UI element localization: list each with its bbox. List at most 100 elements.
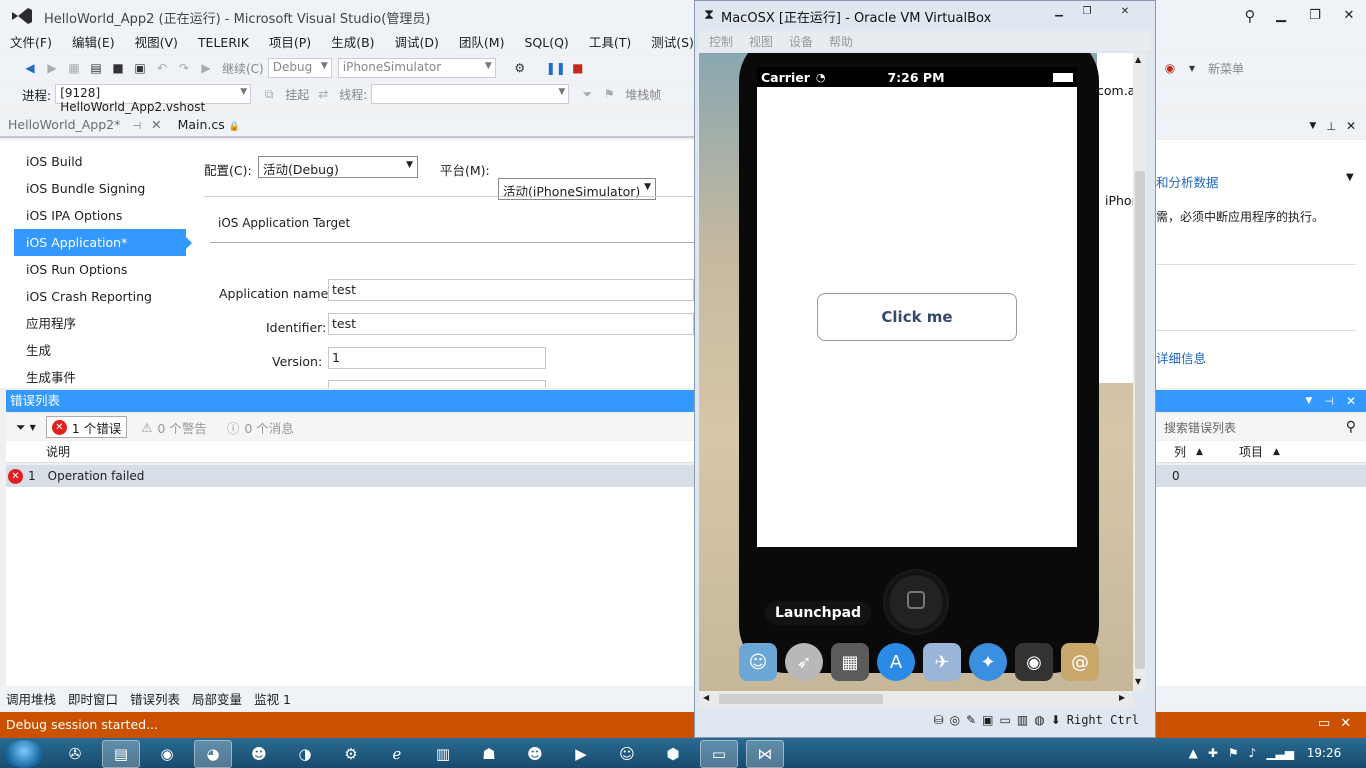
- usb-icon[interactable]: ✎: [966, 713, 976, 727]
- thread-combo[interactable]: ▼: [371, 84, 570, 104]
- minimize-button[interactable]: ▁: [1047, 3, 1071, 19]
- scrollbar-thumb[interactable]: [1135, 171, 1145, 669]
- nav-ios-run-options[interactable]: iOS Run Options: [14, 256, 186, 283]
- tab-locals[interactable]: 局部变量: [192, 689, 242, 708]
- browser-icon[interactable]: ◕: [194, 740, 232, 768]
- display-icon[interactable]: ▥: [1017, 713, 1028, 727]
- process-combo[interactable]: [9128] HelloWorld_App2.vshost ▼: [55, 84, 252, 114]
- explorer-icon[interactable]: ▤: [102, 740, 140, 768]
- menu-debug[interactable]: 调试(D): [385, 32, 449, 54]
- app-icon[interactable]: ☗: [470, 740, 508, 768]
- monitor-icon[interactable]: ▭: [700, 740, 738, 768]
- nav-ios-application[interactable]: iOS Application*: [14, 229, 192, 256]
- horizontal-scrollbar[interactable]: ◀ ▶: [699, 691, 1133, 707]
- close-button[interactable]: ✕: [1111, 3, 1139, 19]
- solution-platform-combo[interactable]: iPhoneSimulator ▼: [337, 58, 496, 78]
- solution-config-combo[interactable]: Debug ▼: [267, 58, 332, 78]
- vbox-menu-view[interactable]: 视图: [749, 33, 773, 50]
- contacts-icon[interactable]: @: [1061, 643, 1099, 681]
- attach-icon[interactable]: ⚙: [510, 58, 530, 78]
- scroll-down-icon[interactable]: ▼: [1135, 677, 1141, 686]
- app-store-icon[interactable]: A: [877, 643, 915, 681]
- app-icon[interactable]: ☺: [608, 740, 646, 768]
- error-row[interactable]: ✕ 1 Operation failed: [6, 465, 694, 487]
- messages-toggle[interactable]: ⓘ 0 个消息: [221, 416, 300, 438]
- maximize-button[interactable]: ❐: [1075, 3, 1099, 19]
- error-search-box[interactable]: 搜索错误列表 ⚲: [1156, 414, 1366, 440]
- col-description[interactable]: 说明: [46, 443, 70, 460]
- back-icon[interactable]: ◀: [20, 58, 40, 78]
- close-button[interactable]: ✕: [1334, 4, 1364, 26]
- mouse-integration-icon[interactable]: ⬇: [1051, 713, 1061, 727]
- action-center-icon[interactable]: ⚑: [1228, 746, 1239, 760]
- open-icon[interactable]: ▤: [86, 58, 106, 78]
- filter-icon[interactable]: ⏷: [16, 420, 26, 435]
- undo-icon[interactable]: ↶: [152, 58, 172, 78]
- stop-icon[interactable]: ■: [568, 58, 588, 78]
- flag-icon[interactable]: ⚑: [599, 84, 619, 104]
- forward-icon[interactable]: ▶: [42, 58, 62, 78]
- minimize-button[interactable]: ▁: [1266, 4, 1296, 26]
- start-button[interactable]: [4, 740, 44, 768]
- tray-app-icon[interactable]: ✚: [1208, 746, 1218, 760]
- continue-icon[interactable]: ▶: [196, 58, 216, 78]
- tab-error-list[interactable]: 错误列表: [130, 689, 180, 708]
- scroll-left-icon[interactable]: ◀: [703, 693, 709, 702]
- menu-build[interactable]: 生成(B): [321, 32, 384, 54]
- nav-ios-ipa-options[interactable]: iOS IPA Options: [14, 202, 186, 229]
- notepad-icon[interactable]: ▥: [424, 740, 462, 768]
- save-icon[interactable]: ■: [108, 58, 128, 78]
- new-menu-label[interactable]: 新菜单: [1208, 60, 1244, 77]
- app-name-input[interactable]: test: [328, 279, 694, 301]
- finder-icon[interactable]: ☺: [739, 643, 777, 681]
- capture-icon[interactable]: ◍: [1034, 713, 1044, 727]
- menu-edit[interactable]: 编辑(E): [62, 32, 125, 54]
- menu-sql[interactable]: SQL(Q): [514, 32, 578, 54]
- menu-project[interactable]: 项目(P): [259, 32, 321, 54]
- qq-icon[interactable]: ☻: [240, 740, 278, 768]
- suspend-label[interactable]: 挂起: [285, 86, 309, 103]
- launchpad-icon[interactable]: ➶: [785, 643, 823, 681]
- network-icon[interactable]: ▣: [982, 713, 993, 727]
- facetime-icon[interactable]: ◉: [1015, 643, 1053, 681]
- details-link[interactable]: 详细信息: [1156, 348, 1206, 367]
- shared-folders-icon[interactable]: ▭: [1000, 713, 1011, 727]
- close-icon[interactable]: ✕: [1340, 716, 1351, 731]
- menu-team[interactable]: 团队(M): [449, 32, 515, 54]
- dropdown-icon[interactable]: ▼: [1305, 396, 1312, 406]
- show-hidden-icons-icon[interactable]: ▲: [1189, 746, 1198, 760]
- qq-icon[interactable]: ☻: [516, 740, 554, 768]
- palette-icon[interactable]: ◉: [1160, 58, 1180, 78]
- volume-icon[interactable]: ♪: [1249, 746, 1257, 760]
- nav-build[interactable]: 生成: [14, 337, 186, 364]
- ie-icon[interactable]: ℯ: [378, 740, 416, 768]
- optical-drive-icon[interactable]: ◎: [950, 713, 960, 727]
- errors-toggle[interactable]: ✕ 1 个错误: [45, 416, 128, 438]
- tab-immediate[interactable]: 即时窗口: [68, 689, 118, 708]
- pin-icon[interactable]: ⊣: [132, 121, 141, 132]
- new-project-icon[interactable]: ▦: [64, 58, 84, 78]
- safari-icon[interactable]: ✦: [969, 643, 1007, 681]
- nav-ios-crash-reporting[interactable]: iOS Crash Reporting: [14, 283, 186, 310]
- mission-control-icon[interactable]: ▦: [831, 643, 869, 681]
- close-icon[interactable]: ✕: [1346, 394, 1356, 408]
- chrome-icon[interactable]: ◉: [148, 740, 186, 768]
- thread-icon[interactable]: ⇄: [313, 84, 333, 104]
- error-row-right[interactable]: 0: [1156, 465, 1366, 487]
- nav-ios-bundle-signing[interactable]: iOS Bundle Signing: [14, 175, 186, 202]
- scroll-right-icon[interactable]: ▶: [1119, 693, 1125, 702]
- warnings-toggle[interactable]: ⚠ 0 个警告: [135, 416, 213, 438]
- click-me-button[interactable]: Click me: [817, 293, 1017, 341]
- network-icon[interactable]: ▁▃▅: [1266, 746, 1294, 760]
- chevron-down-icon[interactable]: ▼: [1346, 172, 1354, 183]
- suspend-icon[interactable]: ⧉: [259, 84, 279, 104]
- taskbar-clock[interactable]: 19:26: [1298, 740, 1350, 766]
- chevron-down-icon[interactable]: ▼: [30, 423, 36, 432]
- guest-display[interactable]: com.a iPhor Carrier ◔ 7:26 PM Click me L…: [699, 53, 1133, 691]
- menu-view[interactable]: 视图(V): [125, 32, 188, 54]
- analysis-data-link[interactable]: 和分析数据: [1156, 172, 1219, 191]
- next-input[interactable]: [328, 380, 546, 388]
- scrollbar-thumb[interactable]: [719, 694, 883, 704]
- ios-screen[interactable]: Click me: [757, 87, 1077, 547]
- pin-icon[interactable]: ⊣: [1324, 395, 1334, 408]
